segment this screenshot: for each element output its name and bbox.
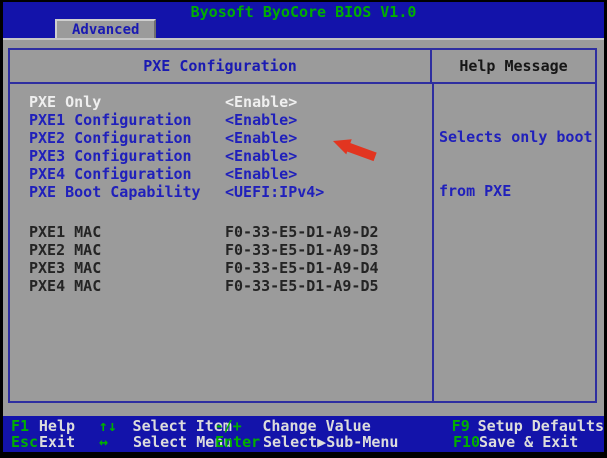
panel-header: PXE Configuration Help Message	[10, 50, 595, 84]
pxe-configuration-panel: PXE Configuration Help Message PXE Only …	[8, 48, 597, 403]
hotkey-updown-action: Select Item	[133, 418, 215, 434]
help-line: Selects only boot	[439, 128, 591, 146]
hotkey-minus-plus: -/+	[215, 418, 263, 434]
hotkey-enter: Enter	[215, 434, 263, 450]
mac-label: PXE3 MAC	[10, 259, 225, 277]
bios-screen: Byosoft ByoCore BIOS V1.0 Advanced PXE C…	[0, 0, 607, 458]
setting-value[interactable]: <Enable>	[225, 147, 297, 165]
setting-row-pxe4-configuration[interactable]: PXE4 Configuration <Enable>	[10, 165, 432, 183]
setting-value[interactable]: <Enable>	[225, 93, 297, 111]
panel-title: PXE Configuration	[10, 50, 430, 82]
bios-content-area: PXE Configuration Help Message PXE Only …	[3, 38, 604, 416]
mac-row-pxe1: PXE1 MAC F0-33-E5-D1-A9-D2	[10, 223, 432, 241]
hotkey-esc: Esc	[11, 434, 39, 450]
mac-value: F0-33-E5-D1-A9-D3	[225, 241, 379, 259]
hotkey-f1: F1	[11, 418, 39, 434]
mac-row-pxe2: PXE2 MAC F0-33-E5-D1-A9-D3	[10, 241, 432, 259]
setting-value[interactable]: <Enable>	[225, 165, 297, 183]
setting-label: PXE Only	[10, 93, 225, 111]
setting-label: PXE4 Configuration	[10, 165, 225, 183]
mac-row-pxe3: PXE3 MAC F0-33-E5-D1-A9-D4	[10, 259, 432, 277]
setting-row-pxe-only[interactable]: PXE Only <Enable>	[10, 93, 432, 111]
bios-title: Byosoft ByoCore BIOS V1.0	[3, 4, 604, 20]
hotkey-bar: F1 Help ↑↓ Select Item -/+ Change Value …	[3, 416, 604, 452]
setting-value[interactable]: <Enable>	[225, 111, 297, 129]
hotkey-leftright: ↔	[99, 434, 133, 450]
hotkey-enter-action: Select▶Sub-Menu	[263, 434, 453, 450]
hotkey-row: Esc Exit ↔ Select Menu Enter Select▶Sub-…	[3, 434, 604, 450]
hotkey-f10: F10	[453, 434, 479, 450]
mac-label: PXE1 MAC	[10, 223, 225, 241]
setting-row-pxe2-configuration[interactable]: PXE2 Configuration <Enable>	[10, 129, 432, 147]
hotkey-updown: ↑↓	[99, 418, 133, 434]
setting-label: PXE1 Configuration	[10, 111, 225, 129]
settings-list: PXE Only <Enable> PXE1 Configuration <En…	[10, 84, 432, 401]
hotkey-leftright-action: Select Menu	[133, 434, 215, 450]
setting-row-pxe3-configuration[interactable]: PXE3 Configuration <Enable>	[10, 147, 432, 165]
mac-row-pxe4: PXE4 MAC F0-33-E5-D1-A9-D5	[10, 277, 432, 295]
hotkey-f9: F9	[452, 418, 478, 434]
hotkey-minus-plus-action: Change Value	[262, 418, 451, 434]
mac-label: PXE2 MAC	[10, 241, 225, 259]
mac-value: F0-33-E5-D1-A9-D4	[225, 259, 379, 277]
hotkey-esc-action: Exit	[39, 434, 99, 450]
tab-advanced[interactable]: Advanced	[55, 19, 156, 38]
setting-row-pxe-boot-capability[interactable]: PXE Boot Capability <UEFI:IPv4>	[10, 183, 432, 201]
setting-label: PXE2 Configuration	[10, 129, 225, 147]
panel-body: PXE Only <Enable> PXE1 Configuration <En…	[10, 84, 595, 401]
bios-inner-frame: Byosoft ByoCore BIOS V1.0 Advanced PXE C…	[3, 2, 604, 452]
hotkey-row: F1 Help ↑↓ Select Item -/+ Change Value …	[3, 418, 604, 434]
setting-value[interactable]: <Enable>	[225, 129, 297, 147]
mac-label: PXE4 MAC	[10, 277, 225, 295]
setting-label: PXE3 Configuration	[10, 147, 225, 165]
mac-address-list: PXE1 MAC F0-33-E5-D1-A9-D2 PXE2 MAC F0-3…	[10, 223, 432, 295]
hotkey-f1-action: Help	[39, 418, 99, 434]
setting-row-pxe1-configuration[interactable]: PXE1 Configuration <Enable>	[10, 111, 432, 129]
help-line: from PXE	[439, 182, 591, 200]
help-message-header: Help Message	[430, 50, 595, 82]
hotkey-f10-action: Save & Exit	[479, 434, 604, 450]
setting-label: PXE Boot Capability	[10, 183, 225, 201]
hotkey-f9-action: Setup Defaults	[478, 418, 604, 434]
mac-value: F0-33-E5-D1-A9-D5	[225, 277, 379, 295]
help-message-panel: Selects only boot from PXE	[432, 84, 595, 401]
mac-value: F0-33-E5-D1-A9-D2	[225, 223, 379, 241]
setting-value[interactable]: <UEFI:IPv4>	[225, 183, 324, 201]
